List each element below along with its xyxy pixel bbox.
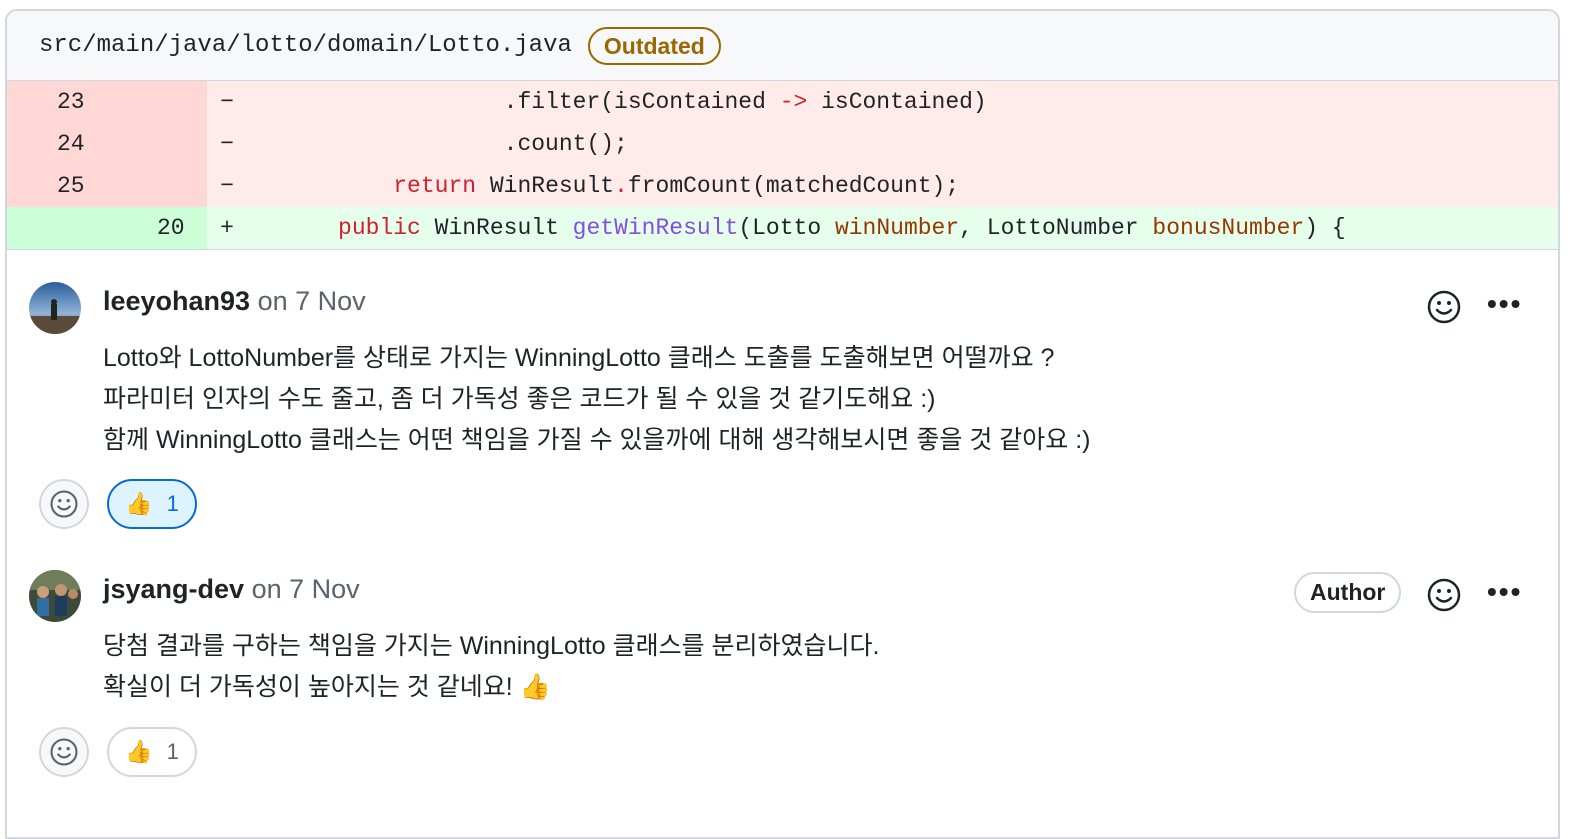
comment-date[interactable]: on 7 Nov — [252, 574, 360, 604]
thumbs-up-reaction-button[interactable]: 👍 1 — [107, 479, 197, 529]
code-token: WinResult — [420, 215, 573, 241]
diff-hunk: 23− .filter(isContained -> isContained) 2… — [7, 81, 1558, 249]
code-content: public WinResult getWinResult(Lotto winN… — [247, 215, 1346, 241]
code-content: return WinResult.fromCount(matchedCount)… — [247, 173, 959, 199]
line-number[interactable]: 20 — [7, 207, 207, 249]
comment-line: 당첨 결과를 구하는 책임을 가지는 WinningLotto 클래스를 분리하… — [103, 632, 880, 660]
more-options-icon[interactable]: ••• — [1487, 576, 1522, 608]
code-token: . — [614, 173, 628, 199]
diff-marker: − — [220, 89, 234, 115]
comment-date[interactable]: on 7 Nov — [258, 286, 366, 316]
thumbs-up-reaction-button[interactable]: 👍 1 — [107, 727, 197, 777]
diff-line-removed: 24− .count(); — [7, 123, 1558, 165]
comment-line: 파라미터 인자의 수도 줄고, 좀 더 가독성 좋은 코드가 될 수 있을 것 … — [103, 385, 936, 413]
avatar[interactable] — [29, 282, 81, 334]
smiley-icon — [50, 490, 78, 518]
review-thread-card: src/main/java/lotto/domain/Lotto.java Ou… — [5, 9, 1560, 839]
reaction-count: 1 — [166, 739, 179, 764]
comment-line: 확실이 더 가독성이 높아지는 것 같네요! 👍 — [103, 673, 551, 701]
code-token: bonusNumber — [1152, 215, 1305, 241]
code-token: .count(); — [503, 131, 628, 157]
comment-item: jsyang-dev on 7 Nov Author ••• 당첨 결과를 구하… — [7, 538, 1558, 828]
diff-line-added: 20 + public WinResult getWinResult(Lotto … — [7, 207, 1558, 249]
more-options-icon[interactable]: ••• — [1487, 288, 1522, 320]
code-token: -> — [779, 89, 808, 115]
code-token: .filter(isContained — [503, 89, 780, 115]
code-token: public — [338, 215, 421, 241]
diff-line-removed: 25− return WinResult.fromCount(matchedCo… — [7, 165, 1558, 207]
add-reaction-icon[interactable] — [1426, 289, 1462, 325]
diff-marker: − — [220, 131, 234, 157]
code-token: isContained) — [807, 89, 987, 115]
author-name[interactable]: leeyohan93 — [103, 286, 250, 316]
add-reaction-button[interactable] — [39, 479, 89, 529]
line-number[interactable]: 25 — [7, 165, 207, 207]
line-number[interactable]: 23 — [7, 81, 207, 123]
code-token: (Lotto — [738, 215, 835, 241]
avatar[interactable] — [29, 570, 81, 622]
code-token: , LottoNumber — [959, 215, 1153, 241]
comment-line: 함께 WinningLotto 클래스는 어떤 책임을 가질 수 있을까에 대해… — [103, 426, 1091, 454]
code-token: winNumber — [834, 215, 960, 241]
thumbs-up-icon: 👍 — [125, 491, 153, 516]
diff-marker: − — [220, 173, 234, 199]
code-token: fromCount(matchedCount); — [627, 173, 960, 199]
author-name[interactable]: jsyang-dev — [103, 574, 244, 604]
comment-author[interactable]: leeyohan93 on 7 Nov — [103, 286, 366, 317]
reaction-count: 1 — [166, 491, 179, 516]
code-token: WinResult — [476, 173, 615, 199]
code-token: getWinResult — [572, 215, 739, 241]
comment-body: 당첨 결과를 구하는 책임을 가지는 WinningLotto 클래스를 분리하… — [103, 626, 880, 708]
thumbs-up-icon: 👍 — [125, 739, 153, 764]
add-reaction-icon[interactable] — [1426, 577, 1462, 613]
code-token: return — [393, 173, 477, 199]
smiley-icon — [50, 738, 78, 766]
add-reaction-button[interactable] — [39, 727, 89, 777]
diff-marker: + — [220, 215, 234, 241]
comments-list: leeyohan93 on 7 Nov ••• Lotto와 LottoNumb… — [7, 249, 1558, 828]
outdated-badge: Outdated — [587, 26, 721, 65]
comment-author[interactable]: jsyang-dev on 7 Nov — [103, 574, 360, 605]
code-content: .filter(isContained -> isContained) — [247, 89, 987, 115]
author-badge: Author — [1294, 572, 1402, 613]
comment-body: Lotto와 LottoNumber를 상태로 가지는 WinningLotto… — [103, 338, 1091, 461]
code-token: ) { — [1304, 215, 1346, 241]
line-number[interactable]: 24 — [7, 123, 207, 165]
code-content: .count(); — [247, 131, 628, 157]
comment-line: Lotto와 LottoNumber를 상태로 가지는 WinningLotto… — [103, 344, 1055, 372]
file-path-link[interactable]: src/main/java/lotto/domain/Lotto.java — [39, 32, 572, 59]
comment-item: leeyohan93 on 7 Nov ••• Lotto와 LottoNumb… — [7, 250, 1558, 538]
file-header: src/main/java/lotto/domain/Lotto.java Ou… — [7, 11, 1558, 81]
diff-line-removed: 23− .filter(isContained -> isContained) — [7, 81, 1558, 123]
